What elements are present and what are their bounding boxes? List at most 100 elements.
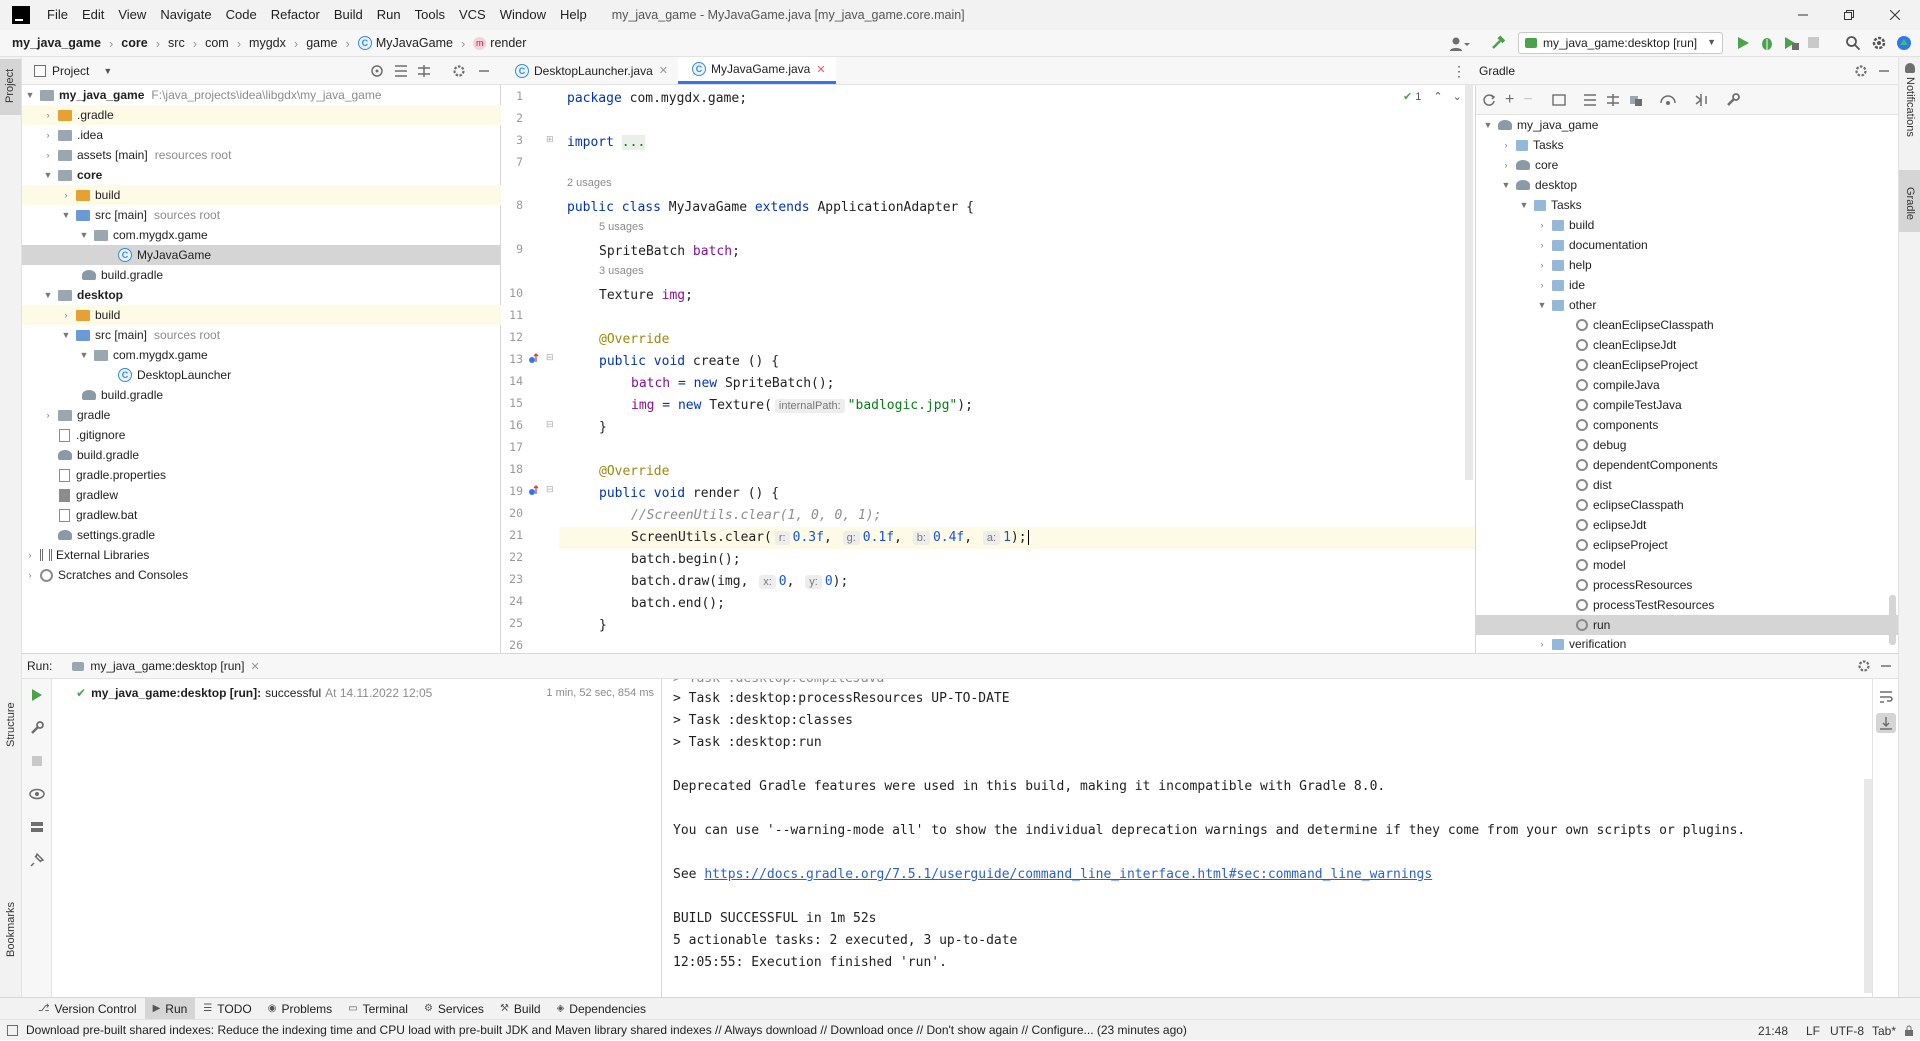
hide-panel-icon[interactable]: [478, 65, 490, 77]
indent-setting[interactable]: Tab*: [1872, 1020, 1896, 1041]
chevron-down-icon[interactable]: ⌄: [1453, 90, 1462, 103]
docs-link[interactable]: https://docs.gradle.org/7.5.1/userguide/…: [704, 867, 1432, 882]
fold-icon[interactable]: ⊞: [546, 134, 554, 145]
gradle-task-row[interactable]: dist: [1476, 475, 1898, 495]
chevron-down-icon[interactable]: ▼: [60, 210, 72, 220]
wrench-icon[interactable]: [29, 720, 45, 736]
status-message[interactable]: Download pre-built shared indexes: Reduc…: [26, 1023, 1206, 1037]
gradle-row-other[interactable]: ▼ other: [1476, 295, 1898, 315]
collapse-all-icon[interactable]: [417, 64, 431, 78]
coverage-icon[interactable]: [1783, 35, 1799, 51]
locate-icon[interactable]: [370, 64, 384, 78]
chevron-down-icon[interactable]: ▼: [60, 330, 72, 340]
tree-row-desktoplauncher[interactable]: C DesktopLauncher: [22, 365, 501, 385]
tool-windows-toggle-icon[interactable]: [7, 1024, 18, 1036]
close-tab-icon[interactable]: ✕: [659, 64, 668, 77]
menu-file[interactable]: File: [40, 0, 75, 30]
tree-row-settings-gradle[interactable]: settings.gradle: [22, 525, 501, 545]
more-options-icon[interactable]: ⋮: [1452, 63, 1466, 80]
gradle-task-row[interactable]: compileTestJava: [1476, 395, 1898, 415]
chevron-down-icon[interactable]: ▼: [1518, 200, 1530, 210]
override-marker-icon[interactable]: [528, 485, 540, 497]
editor-scrollbar[interactable]: [1465, 85, 1473, 480]
wrench-icon[interactable]: [1726, 92, 1740, 107]
user-icon[interactable]: [1448, 35, 1470, 53]
jetbrains-icon[interactable]: [1896, 35, 1912, 51]
tool-problems[interactable]: ◉ Problems: [260, 998, 340, 1020]
console-output[interactable]: > Task :desktop:compileJava > Task :desk…: [662, 679, 1872, 997]
settings-gear-icon[interactable]: [1871, 35, 1887, 51]
file-encoding[interactable]: UTF-8: [1830, 1020, 1864, 1041]
gradle-task-row[interactable]: cleanEclipseClasspath: [1476, 315, 1898, 335]
gradle-task-row[interactable]: processTestResources: [1476, 595, 1898, 615]
gradle-task-row[interactable]: components: [1476, 415, 1898, 435]
gradle-task-row[interactable]: cleanEclipseJdt: [1476, 335, 1898, 355]
folded-imports[interactable]: ...: [621, 135, 646, 150]
menu-run[interactable]: Run: [370, 0, 408, 30]
stop-icon[interactable]: [29, 753, 45, 769]
tree-row-desktop-build-gradle[interactable]: build.gradle: [22, 385, 501, 405]
gradle-row-core[interactable]: › core: [1476, 155, 1898, 175]
gradle-task-row[interactable]: eclipseProject: [1476, 535, 1898, 555]
toggle-tests-icon[interactable]: [1693, 93, 1709, 107]
lock-icon[interactable]: [1904, 1020, 1914, 1041]
breadcrumb-method[interactable]: render: [490, 36, 526, 50]
tool-terminal[interactable]: ▭ Terminal: [340, 998, 416, 1020]
inspection-widget[interactable]: ✔ 1 ⌃ ⌄: [1403, 90, 1462, 104]
chevron-down-icon[interactable]: ▼: [78, 230, 90, 240]
chevron-down-icon[interactable]: ▼: [1536, 300, 1548, 310]
tree-row-gradle[interactable]: › gradle: [22, 405, 501, 425]
chevron-right-icon[interactable]: ›: [42, 130, 54, 140]
menu-build[interactable]: Build: [327, 0, 370, 30]
chevron-right-icon[interactable]: ›: [1500, 160, 1512, 170]
fold-icon[interactable]: ⊟: [546, 419, 554, 430]
menu-refactor[interactable]: Refactor: [264, 0, 327, 30]
tree-row-gitignore[interactable]: .gitignore: [22, 425, 501, 445]
breadcrumb-com[interactable]: com: [205, 36, 229, 50]
tree-row-core-src[interactable]: ▼ src [main] sources root: [22, 205, 501, 225]
notifications-tool-label[interactable]: Notifications: [1904, 77, 1916, 137]
chevron-right-icon[interactable]: ›: [1536, 280, 1548, 290]
tree-row-dot-gradle[interactable]: › .gradle: [22, 105, 501, 125]
gradle-row-help[interactable]: › help: [1476, 255, 1898, 275]
menu-window[interactable]: Window: [493, 0, 553, 30]
chevron-right-icon[interactable]: ›: [1536, 260, 1548, 270]
gradle-task-row[interactable]: cleanEclipseProject: [1476, 355, 1898, 375]
gradle-task-row[interactable]: eclipseClasspath: [1476, 495, 1898, 515]
chevron-right-icon[interactable]: ›: [1500, 140, 1512, 150]
gradle-row-desktop-tasks[interactable]: ▼ Tasks: [1476, 195, 1898, 215]
tab-desktoplauncher[interactable]: C DesktopLauncher.java ✕: [501, 57, 678, 84]
layout-icon[interactable]: [29, 819, 45, 835]
gradle-row-tasks[interactable]: › Tasks: [1476, 135, 1898, 155]
breadcrumb-game[interactable]: game: [306, 36, 337, 50]
fold-icon[interactable]: ⊟: [546, 352, 554, 363]
scroll-to-end-icon[interactable]: [1876, 713, 1896, 733]
tree-row-assets[interactable]: › assets [main] resources root: [22, 145, 501, 165]
usages-hint[interactable]: 3 usages: [599, 265, 644, 277]
gradle-tool-label[interactable]: Gradle: [1904, 187, 1916, 220]
breadcrumb-module[interactable]: core: [121, 36, 147, 50]
breadcrumb-mygdx[interactable]: mygdx: [249, 36, 286, 50]
tree-row-gradlew[interactable]: gradlew: [22, 485, 501, 505]
menu-code[interactable]: Code: [219, 0, 264, 30]
hammer-icon[interactable]: [1490, 35, 1506, 51]
hide-panel-icon[interactable]: [1878, 65, 1890, 77]
line-separator[interactable]: LF: [1806, 1020, 1820, 1041]
tool-version-control[interactable]: ⎇ Version Control: [30, 998, 145, 1020]
tree-row-core-package[interactable]: ▼ com.mygdx.game: [22, 225, 501, 245]
chevron-right-icon[interactable]: ›: [60, 310, 72, 320]
breadcrumb-class[interactable]: MyJavaGame: [376, 36, 453, 50]
chevron-up-icon[interactable]: ⌃: [1433, 90, 1442, 103]
tab-myjavagame[interactable]: C MyJavaGame.java ✕: [677, 57, 836, 84]
project-panel-title[interactable]: Project: [52, 64, 89, 78]
console-scrollbar[interactable]: [1864, 779, 1872, 993]
gradle-task-row[interactable]: model: [1476, 555, 1898, 575]
gradle-row-documentation[interactable]: › documentation: [1476, 235, 1898, 255]
gradle-scrollbar[interactable]: [1889, 595, 1896, 645]
minimize-button[interactable]: [1780, 0, 1826, 30]
menu-tools[interactable]: Tools: [408, 0, 452, 30]
gradle-task-row[interactable]: dependentComponents: [1476, 455, 1898, 475]
tree-row-external-libraries[interactable]: › External Libraries: [22, 545, 501, 565]
gradle-row-desktop[interactable]: ▼ desktop: [1476, 175, 1898, 195]
offline-mode-icon[interactable]: [1659, 93, 1676, 107]
